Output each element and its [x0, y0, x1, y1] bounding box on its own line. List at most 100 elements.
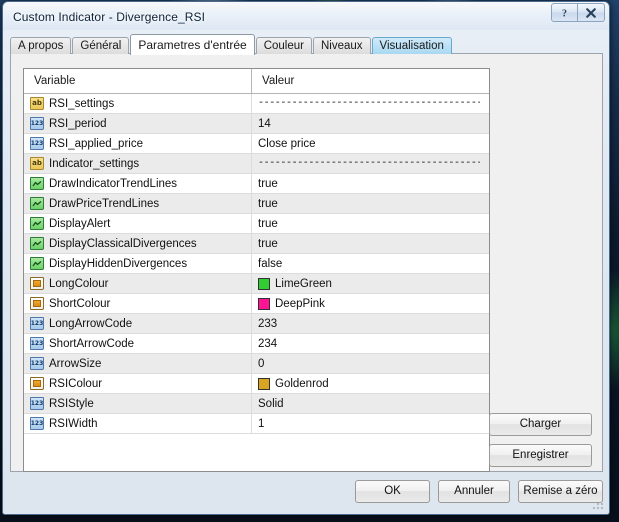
parameter-name-cell: DisplayHiddenDivergences [24, 254, 252, 273]
parameter-name: DisplayHiddenDivergences [49, 258, 187, 270]
parameter-name: DisplayAlert [49, 218, 110, 230]
parameter-name-cell: 123 RSIWidth [24, 414, 252, 433]
parameter-name: RSI_applied_price [49, 138, 143, 150]
parameter-value-cell[interactable]: ----------------------------------------… [252, 94, 489, 113]
parameter-value-cell[interactable]: Solid [252, 394, 489, 413]
table-row[interactable]: DrawIndicatorTrendLinestrue [24, 174, 489, 194]
parameter-value-cell[interactable]: 234 [252, 334, 489, 353]
grid-header-row: VariableValeur [24, 69, 489, 94]
parameter-name-cell: 123 ArrowSize [24, 354, 252, 373]
parameter-name: Indicator_settings [49, 158, 139, 170]
parameter-value: 233 [258, 318, 277, 330]
parameter-name: RSI_settings [49, 98, 114, 110]
parameter-value-cell[interactable]: Close price [252, 134, 489, 153]
number-type-icon: 123 [30, 337, 44, 350]
table-row[interactable]: 123LongArrowCode 233 [24, 314, 489, 334]
parameter-value: false [258, 258, 282, 270]
table-row[interactable]: abIndicator_settings --------------------… [24, 154, 489, 174]
color-type-icon [30, 297, 44, 310]
table-row[interactable]: DrawPriceTrendLines true [24, 194, 489, 214]
table-row[interactable]: ShortColour DeepPink [24, 294, 489, 314]
parameter-name-cell: DisplayClassicalDivergences [24, 234, 252, 253]
parameter-name: ShortArrowCode [49, 338, 134, 350]
cancel-button[interactable]: Annuler [438, 480, 510, 503]
window-controls: ? [551, 3, 605, 22]
parameter-name-cell: 123 ShortArrowCode [24, 334, 252, 353]
color-swatch [258, 378, 270, 390]
parameter-value: true [258, 218, 278, 230]
parameter-value-cell[interactable]: 233 [252, 314, 489, 333]
reset-button[interactable]: Remise a zéro [518, 480, 603, 503]
tab-visualisation[interactable]: Visualisation [372, 37, 452, 54]
color-type-icon [30, 377, 44, 390]
table-row[interactable]: DisplayHiddenDivergences false [24, 254, 489, 274]
table-row[interactable]: 123 ShortArrowCode 234 [24, 334, 489, 354]
load-button[interactable]: Charger [489, 413, 592, 436]
parameter-value-cell[interactable]: true [252, 194, 489, 213]
tab-parametres-d-entr-e[interactable]: Parametres d'entrée [130, 34, 254, 55]
table-row[interactable]: 123RSI_period14 [24, 114, 489, 134]
parameter-value-cell[interactable]: 1 [252, 414, 489, 433]
table-row[interactable]: RSIColour Goldenrod [24, 374, 489, 394]
parameter-value-cell[interactable]: true [252, 214, 489, 233]
parameter-value-cell[interactable]: Goldenrod [252, 374, 489, 393]
number-type-icon: 123 [30, 317, 44, 330]
parameters-grid[interactable]: VariableValeurabRSI_settings------------… [23, 68, 490, 472]
parameter-value: true [258, 238, 278, 250]
number-type-icon: 123 [30, 397, 44, 410]
table-row[interactable]: abRSI_settings--------------------------… [24, 94, 489, 114]
window-title: Custom Indicator - Divergence_RSI [13, 10, 205, 24]
tab-a-propos[interactable]: A propos [10, 37, 71, 54]
table-row[interactable]: LongColour LimeGreen [24, 274, 489, 294]
parameter-name: ShortColour [49, 298, 110, 310]
parameter-name: RSIWidth [49, 418, 98, 430]
boolean-type-icon [30, 257, 44, 270]
parameter-name: ArrowSize [49, 358, 101, 370]
parameter-value: Close price [258, 138, 316, 150]
parameter-value-cell[interactable]: true [252, 234, 489, 253]
parameter-value: 14 [258, 118, 271, 130]
boolean-type-icon [30, 177, 44, 190]
table-row[interactable]: DisplayAlert true [24, 214, 489, 234]
help-icon[interactable]: ? [551, 3, 578, 22]
tab-niveaux[interactable]: Niveaux [313, 37, 371, 54]
number-type-icon: 123 [30, 417, 44, 430]
table-row[interactable]: 123 RSIWidth 1 [24, 414, 489, 434]
close-icon[interactable] [578, 3, 605, 22]
parameter-name: DisplayClassicalDivergences [49, 238, 197, 250]
custom-indicator-dialog: Custom Indicator - Divergence_RSI ? A pr… [2, 1, 610, 515]
parameter-value: Goldenrod [275, 378, 329, 390]
parameter-name-cell: 123LongArrowCode [24, 314, 252, 333]
parameter-value-cell[interactable]: true [252, 174, 489, 193]
parameter-name-cell: DrawPriceTrendLines [24, 194, 252, 213]
color-swatch [258, 278, 270, 290]
tab-couleur[interactable]: Couleur [256, 37, 312, 54]
parameter-value-cell[interactable]: LimeGreen [252, 274, 489, 293]
parameter-value-cell[interactable]: DeepPink [252, 294, 489, 313]
parameter-value: LimeGreen [275, 278, 332, 290]
parameter-value: true [258, 198, 278, 210]
parameter-name-cell: abIndicator_settings [24, 154, 252, 173]
number-type-icon: 123 [30, 357, 44, 370]
table-row[interactable]: DisplayClassicalDivergences true [24, 234, 489, 254]
parameter-name-cell: LongColour [24, 274, 252, 293]
table-row[interactable]: 123RSIStyleSolid [24, 394, 489, 414]
parameter-name-cell: 123RSIStyle [24, 394, 252, 413]
table-row[interactable]: 123 ArrowSize 0 [24, 354, 489, 374]
parameter-value-cell[interactable]: false [252, 254, 489, 273]
parameter-name-cell: DrawIndicatorTrendLines [24, 174, 252, 193]
parameter-value-cell[interactable]: ----------------------------------------… [252, 154, 489, 173]
save-button[interactable]: Enregistrer [489, 444, 592, 467]
parameter-name: LongColour [49, 278, 108, 290]
svg-text:?: ? [562, 8, 567, 19]
parameter-name-cell: 123RSI_applied_price [24, 134, 252, 153]
parameter-name-cell: RSIColour [24, 374, 252, 393]
parameter-value: ----------------------------------------… [258, 98, 480, 109]
ok-button[interactable]: OK [355, 480, 430, 503]
parameter-value: ----------------------------------------… [258, 158, 480, 169]
parameter-value-cell[interactable]: 0 [252, 354, 489, 373]
table-row[interactable]: 123RSI_applied_price Close price [24, 134, 489, 154]
tab-g-n-ral[interactable]: Général [72, 37, 129, 54]
boolean-type-icon [30, 237, 44, 250]
parameter-value-cell[interactable]: 14 [252, 114, 489, 133]
